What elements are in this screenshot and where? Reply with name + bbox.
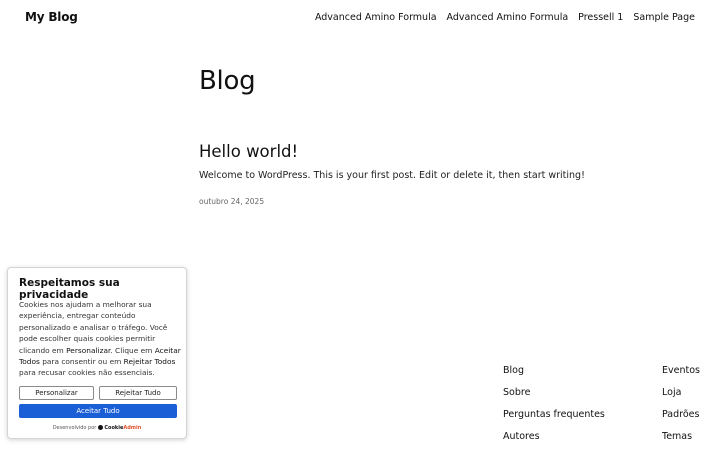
footer-link-faq[interactable]: Perguntas frequentes bbox=[503, 410, 605, 420]
customize-button[interactable]: Personalizar bbox=[19, 386, 94, 400]
post-title-link[interactable]: Hello world! bbox=[199, 142, 298, 161]
footer-link-padroes[interactable]: Padrões bbox=[662, 410, 700, 420]
reject-all-button[interactable]: Rejeitar Tudo bbox=[99, 386, 177, 400]
nav-item-sample-page[interactable]: Sample Page bbox=[633, 12, 695, 23]
cookie-text-customize: Personalizar bbox=[66, 345, 111, 355]
nav-item-advanced-amino-formula[interactable]: Advanced Amino Formula bbox=[315, 12, 437, 23]
nav-item-pressell-1[interactable]: Pressell 1 bbox=[578, 12, 623, 23]
footer-link-loja[interactable]: Loja bbox=[662, 388, 700, 398]
main-nav: Advanced Amino Formula Advanced Amino Fo… bbox=[315, 12, 695, 23]
cookieadmin-logo-icon bbox=[98, 425, 104, 430]
cookie-text-part: . Clique em bbox=[110, 345, 155, 355]
post-date: outubro 24, 2025 bbox=[199, 197, 265, 206]
cookie-text-part: para consentir ou em bbox=[39, 357, 124, 367]
cookie-text-part: para recusar cookies não essenciais. bbox=[19, 368, 155, 378]
page-title: Blog bbox=[199, 66, 256, 96]
cookie-powered-by: Desenvolvido por CookieAdmin bbox=[8, 425, 186, 431]
footer-link-blog[interactable]: Blog bbox=[503, 366, 605, 376]
site-title[interactable]: My Blog bbox=[25, 10, 78, 24]
cookie-consent-banner: Respeitamos sua privacidade Cookies nos … bbox=[7, 267, 187, 439]
nav-item-advanced-amino-formula-2[interactable]: Advanced Amino Formula bbox=[447, 12, 569, 23]
post-excerpt: Welcome to WordPress. This is your first… bbox=[199, 170, 585, 181]
footer-nav-column-2: Eventos Loja Padrões Temas bbox=[662, 366, 700, 442]
cookie-banner-title: Respeitamos sua privacidade bbox=[19, 277, 120, 301]
cookie-text-reject-all: Rejeitar Todos bbox=[123, 357, 176, 367]
footer-link-eventos[interactable]: Eventos bbox=[662, 366, 700, 376]
cookie-banner-text: Cookies nos ajudam a melhorar sua experi… bbox=[19, 299, 181, 379]
footer-nav-column-1: Blog Sobre Perguntas frequentes Autores bbox=[503, 366, 605, 442]
footer-link-autores[interactable]: Autores bbox=[503, 432, 605, 442]
brand-part-admin: Admin bbox=[123, 425, 142, 431]
powered-by-label: Desenvolvido por bbox=[52, 425, 97, 431]
brand-part-cookie: Cookie bbox=[104, 425, 124, 431]
footer-link-sobre[interactable]: Sobre bbox=[503, 388, 605, 398]
cookieadmin-brand-link[interactable]: CookieAdmin bbox=[104, 425, 141, 431]
footer-link-temas[interactable]: Temas bbox=[662, 432, 700, 442]
accept-all-button[interactable]: Aceitar Tudo bbox=[19, 404, 177, 418]
